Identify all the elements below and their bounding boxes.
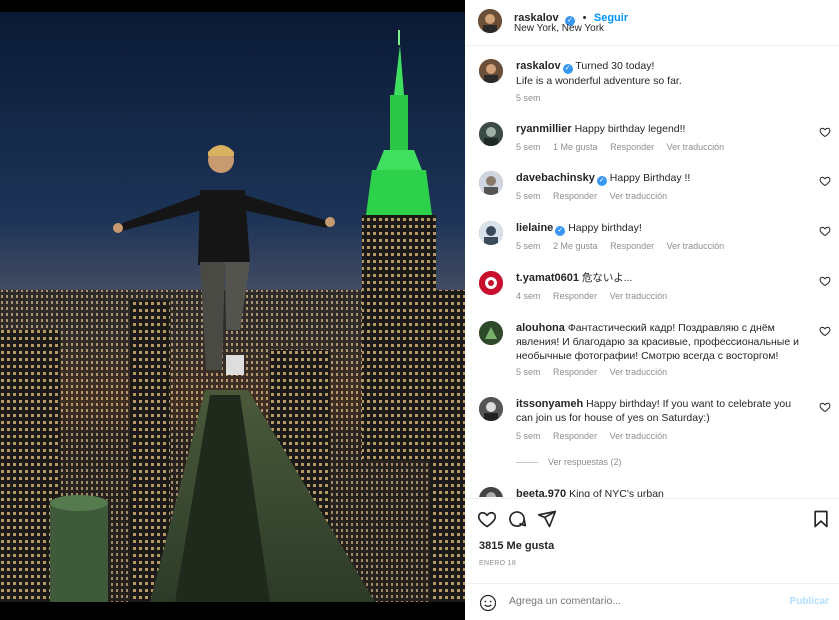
like-comment-heart-icon[interactable]: [819, 325, 831, 337]
comment-body: King of NYC's urban: [569, 488, 664, 497]
comment-meta: 5 sem Responder Ver traducción: [516, 367, 677, 377]
post-actions: [465, 498, 839, 538]
comment-text: itssonyameh Happy birthday! If you want …: [516, 397, 806, 425]
likes-count[interactable]: 3815 Me gusta: [479, 540, 554, 552]
heart-icon[interactable]: [477, 509, 497, 529]
translate-button[interactable]: Ver traducción: [610, 191, 668, 201]
caption-meta: 5 sem: [516, 93, 551, 103]
add-comment-bar: Publicar: [465, 583, 839, 620]
comment-text: davebachinsky ✓ Happy Birthday !!: [516, 171, 806, 186]
caption-line-2: Life is a wonderful adventure so far.: [516, 75, 682, 87]
comment-text: alouhona Фантастический кадр! Поздравляю…: [516, 321, 806, 363]
verified-badge-icon: ✓: [596, 176, 607, 186]
comment-meta: 5 sem Responder Ver traducción: [516, 191, 677, 201]
commenter-username[interactable]: alouhona: [516, 322, 565, 334]
comment-time[interactable]: 4 sem: [516, 291, 541, 301]
comment-likes[interactable]: 1 Me gusta: [553, 142, 598, 152]
translate-button[interactable]: Ver traducción: [667, 241, 725, 251]
reply-button[interactable]: Responder: [553, 291, 597, 301]
publish-button[interactable]: Publicar: [790, 596, 829, 607]
comment-time[interactable]: 5 sem: [516, 241, 541, 251]
like-comment-heart-icon[interactable]: [819, 225, 831, 237]
caption-text: raskalov ✓ Turned 30 today! Life is a won…: [516, 59, 806, 88]
reply-button[interactable]: Responder: [553, 431, 597, 441]
caption-time[interactable]: 5 sem: [516, 93, 541, 103]
commenter-avatar[interactable]: [479, 122, 503, 146]
commenter-avatar[interactable]: [479, 171, 503, 195]
comment-text: lielaine ✓ Happy birthday!: [516, 221, 806, 236]
caption-username[interactable]: raskalov: [516, 60, 561, 72]
post-image-graphic: [0, 0, 465, 620]
like-comment-heart-icon[interactable]: [819, 275, 831, 287]
bookmark-icon[interactable]: [811, 509, 831, 529]
post-panel: raskalov ✓ • Seguir New York, New York r…: [465, 0, 839, 620]
post-location[interactable]: New York, New York: [514, 23, 604, 34]
comment-time[interactable]: 5 sem: [516, 142, 541, 152]
caption-line-1: Turned 30 today!: [575, 60, 655, 72]
emoji-icon[interactable]: [479, 594, 497, 612]
comment-body: Happy birthday!: [568, 222, 642, 234]
comment-body: 危ないよ...: [581, 272, 633, 284]
commenter-avatar[interactable]: [479, 321, 503, 345]
view-replies-button[interactable]: Ver respuestas (2): [516, 457, 622, 467]
comment-icon[interactable]: [507, 509, 527, 529]
replies-divider: [516, 462, 538, 464]
comment-time[interactable]: 5 sem: [516, 431, 541, 441]
post-date[interactable]: ENERO 18: [479, 560, 516, 567]
view-replies-label: Ver respuestas (2): [548, 457, 622, 467]
reply-button[interactable]: Responder: [610, 241, 654, 251]
comment-text: ryanmillier Happy birthday legend!!: [516, 122, 806, 136]
comment-body: Happy Birthday !!: [609, 172, 691, 184]
reply-button[interactable]: Responder: [553, 367, 597, 377]
comment-text: beeta.970 King of NYC's urban: [516, 487, 806, 497]
commenter-username[interactable]: davebachinsky: [516, 172, 595, 184]
commenter-username[interactable]: beeta.970: [516, 488, 566, 497]
translate-button[interactable]: Ver traducción: [610, 431, 668, 441]
post-header: raskalov ✓ • Seguir New York, New York: [465, 0, 839, 46]
comment-time[interactable]: 5 sem: [516, 191, 541, 201]
share-icon[interactable]: [537, 509, 557, 529]
commenter-avatar[interactable]: [479, 397, 503, 421]
comment-time[interactable]: 5 sem: [516, 367, 541, 377]
translate-button[interactable]: Ver traducción: [667, 142, 725, 152]
commenter-avatar[interactable]: [479, 271, 503, 295]
verified-badge-icon: ✓: [555, 226, 566, 236]
comment-body: Happy birthday legend!!: [574, 123, 686, 135]
comment-likes[interactable]: 2 Me gusta: [553, 241, 598, 251]
comment-input[interactable]: [509, 595, 769, 607]
comment-meta: 5 sem Responder Ver traducción: [516, 431, 677, 441]
comment-meta: 5 sem 2 Me gusta Responder Ver traducció…: [516, 241, 734, 251]
comments-list[interactable]: raskalov ✓ Turned 30 today! Life is a won…: [465, 47, 839, 497]
author-avatar[interactable]: [479, 59, 503, 83]
like-comment-heart-icon[interactable]: [819, 126, 831, 138]
translate-button[interactable]: Ver traducción: [610, 291, 668, 301]
verified-badge-icon: ✓: [562, 64, 573, 74]
commenter-username[interactable]: ryanmillier: [516, 123, 572, 135]
reply-button[interactable]: Responder: [553, 191, 597, 201]
like-comment-heart-icon[interactable]: [819, 175, 831, 187]
commenter-avatar[interactable]: [479, 221, 503, 245]
author-avatar[interactable]: [478, 9, 502, 33]
translate-button[interactable]: Ver traducción: [610, 367, 668, 377]
comment-text: t.yamat0601 危ないよ...: [516, 271, 806, 285]
like-comment-heart-icon[interactable]: [819, 401, 831, 413]
comment-meta: 5 sem 1 Me gusta Responder Ver traducció…: [516, 142, 734, 152]
commenter-username[interactable]: itssonyameh: [516, 398, 583, 410]
commenter-username[interactable]: lielaine: [516, 222, 553, 234]
commenter-username[interactable]: t.yamat0601: [516, 272, 579, 284]
reply-button[interactable]: Responder: [610, 142, 654, 152]
commenter-avatar[interactable]: [479, 487, 503, 497]
comment-meta: 4 sem Responder Ver traducción: [516, 291, 677, 301]
post-photo[interactable]: [0, 0, 465, 620]
